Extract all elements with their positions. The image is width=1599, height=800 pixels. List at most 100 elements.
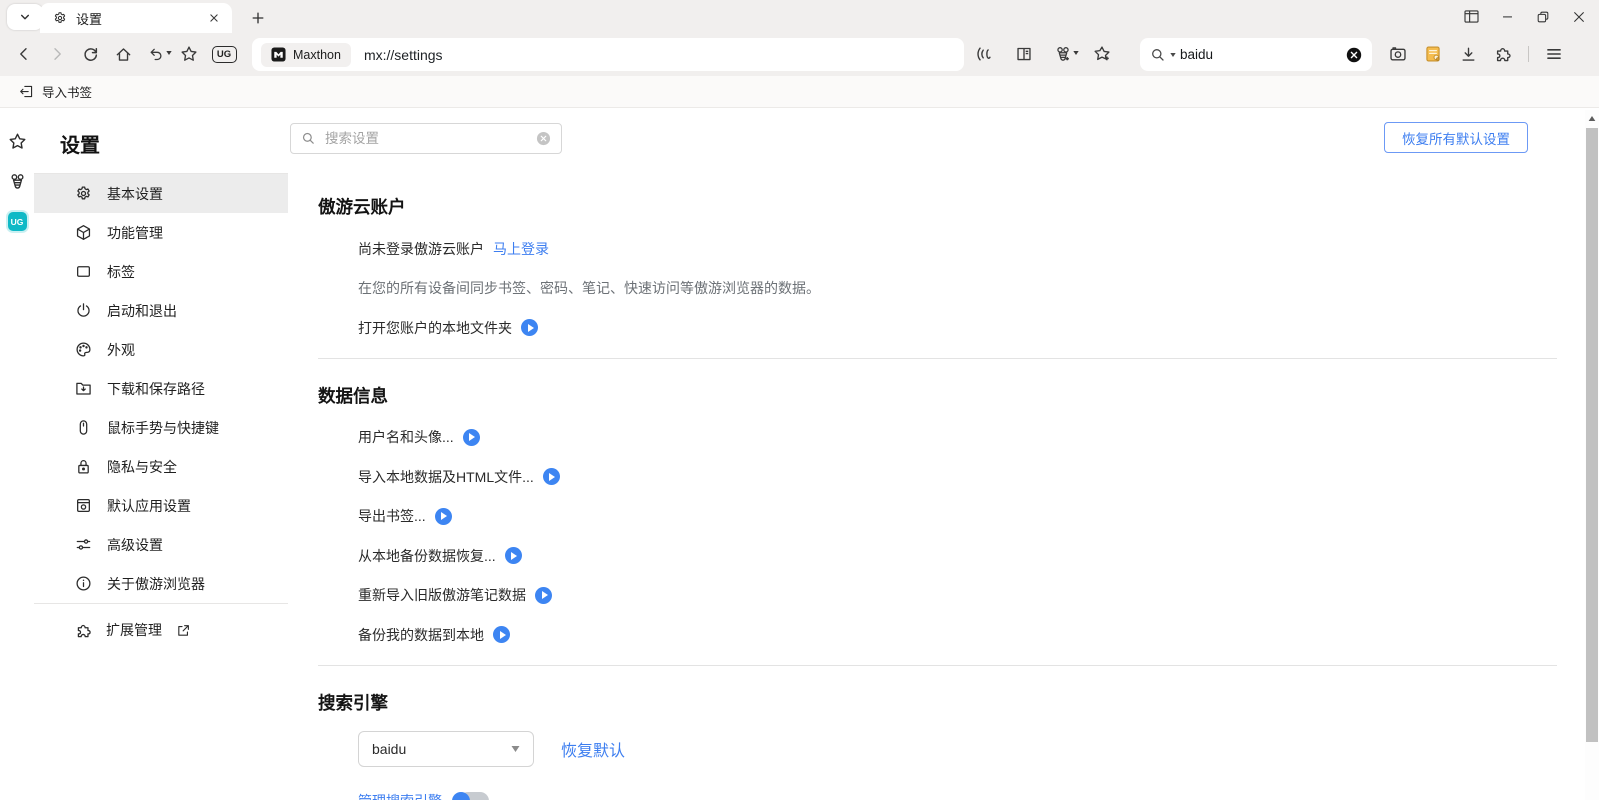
sidebar-item-label: 扩展管理 <box>106 620 162 640</box>
ug-panel-button[interactable]: UG <box>8 212 27 231</box>
address-bar[interactable]: Maxthon mx://settings <box>252 38 964 71</box>
import-local-data-row: 导入本地数据及HTML文件... <box>358 457 1557 497</box>
section-search-engine: 搜索引擎 baidu 恢复默认 管理搜索引擎 <box>318 690 1557 800</box>
play-action-icon[interactable] <box>463 429 480 446</box>
favorites-panel-button[interactable] <box>8 132 27 151</box>
scrollbar-thumb[interactable] <box>1586 128 1598 742</box>
sidebar-item-label: 默认应用设置 <box>107 496 191 516</box>
maxnote-button[interactable] <box>1418 39 1448 69</box>
tab-list-button[interactable] <box>7 4 43 30</box>
tab-close-icon[interactable] <box>206 10 222 26</box>
downloads-button[interactable] <box>1453 39 1483 69</box>
reader-mode-button[interactable] <box>1009 39 1039 69</box>
close-window-button[interactable] <box>1561 0 1597 33</box>
play-action-icon[interactable] <box>521 319 538 336</box>
manage-engines-toggle[interactable] <box>452 792 489 800</box>
caret-down-icon <box>1073 51 1079 55</box>
undo-button[interactable] <box>141 39 171 69</box>
refresh-button[interactable] <box>75 39 105 69</box>
toolbar-search-input[interactable] <box>1180 47 1342 62</box>
play-action-icon[interactable] <box>493 626 510 643</box>
snap-bee-button[interactable] <box>1048 39 1078 69</box>
page-scrollbar[interactable] <box>1585 110 1599 800</box>
sidebar-item-extensions[interactable]: 扩展管理 <box>34 604 288 656</box>
section-title: 搜索引擎 <box>318 690 1557 715</box>
cube-icon <box>75 224 92 241</box>
play-action-icon[interactable] <box>505 547 522 564</box>
setting-label: 用户名和头像... <box>358 427 454 447</box>
restore-icon <box>1536 10 1550 24</box>
url-text: mx://settings <box>364 47 443 63</box>
section-title: 数据信息 <box>318 383 1557 408</box>
search-engine-select[interactable]: baidu <box>358 731 534 767</box>
add-favorite-button[interactable] <box>1087 39 1117 69</box>
sidebar-item-about[interactable]: 关于傲游浏览器 <box>34 564 288 603</box>
caret-down-icon[interactable] <box>1170 53 1176 57</box>
home-button[interactable] <box>108 39 138 69</box>
settings-sidebar: 设置 基本设置 功能管理 标签 启动和退出 外观 <box>34 108 288 800</box>
minimize-icon <box>1501 10 1514 23</box>
bee-add-icon <box>1054 45 1072 63</box>
sidebar-item-label: 下载和保存路径 <box>107 379 205 399</box>
site-chip[interactable]: Maxthon <box>261 43 351 67</box>
sidebar-item-basic-settings[interactable]: 基本设置 <box>34 174 288 213</box>
sidebar-item-label: 鼠标手势与快捷键 <box>107 418 219 438</box>
sidebar-item-mouse-gestures[interactable]: 鼠标手势与快捷键 <box>34 408 288 447</box>
restore-button[interactable] <box>1525 0 1561 33</box>
clear-search-icon[interactable] <box>536 131 551 146</box>
site-chip-label: Maxthon <box>293 48 341 62</box>
sidebar-item-advanced-settings[interactable]: 高级设置 <box>34 525 288 564</box>
section-divider <box>318 358 1557 359</box>
window-controls <box>1453 0 1597 33</box>
screenshot-button[interactable] <box>1383 39 1413 69</box>
play-action-icon[interactable] <box>435 508 452 525</box>
refresh-icon <box>82 46 99 63</box>
sidebar-item-privacy-security[interactable]: 隐私与安全 <box>34 447 288 486</box>
engine-select-row: baidu 恢复默认 <box>358 731 1557 767</box>
mouse-icon <box>75 419 92 436</box>
layout-split-button[interactable] <box>1453 0 1489 33</box>
minimize-button[interactable] <box>1489 0 1525 33</box>
read-aloud-button[interactable] <box>970 39 1000 69</box>
play-action-icon[interactable] <box>535 587 552 604</box>
manage-engines-link[interactable]: 管理搜索引擎 <box>358 791 442 800</box>
back-button[interactable] <box>9 39 39 69</box>
sidebar-item-startup-exit[interactable]: 启动和退出 <box>34 291 288 330</box>
restore-default-link[interactable]: 恢复默认 <box>561 737 625 761</box>
extensions-button[interactable] <box>1488 39 1518 69</box>
maxnote-panel-button[interactable] <box>8 172 27 191</box>
sidebar-item-default-apps[interactable]: 默认应用设置 <box>34 486 288 525</box>
sidebar-item-tabs[interactable]: 标签 <box>34 252 288 291</box>
new-tab-button[interactable] <box>245 6 271 30</box>
toolbar-divider <box>1528 46 1529 62</box>
bookmarks-bar: 导入书签 <box>0 76 1599 108</box>
username-avatar-row: 用户名和头像... <box>358 418 1557 458</box>
undo-icon <box>148 46 164 62</box>
scroll-up-icon[interactable] <box>1585 110 1599 126</box>
favorites-star-button[interactable] <box>174 39 204 69</box>
menu-button[interactable] <box>1539 39 1569 69</box>
caret-down-icon <box>511 746 520 752</box>
sidebar-item-download-paths[interactable]: 下载和保存路径 <box>34 369 288 408</box>
tab-title: 设置 <box>76 9 197 28</box>
forward-button[interactable] <box>42 39 72 69</box>
section-title: 傲游云账户 <box>318 194 1557 219</box>
sidebar-item-feature-management[interactable]: 功能管理 <box>34 213 288 252</box>
palette-icon <box>75 341 92 358</box>
reset-all-defaults-button[interactable]: 恢复所有默认设置 <box>1384 122 1528 153</box>
sidebar-item-appearance[interactable]: 外观 <box>34 330 288 369</box>
lock-icon <box>75 458 92 475</box>
setting-label: 导入本地数据及HTML文件... <box>358 467 534 487</box>
gear-icon <box>75 185 92 202</box>
toolbar-search-box[interactable] <box>1140 38 1372 71</box>
clear-search-icon[interactable] <box>1346 47 1362 63</box>
restore-backup-row: 从本地备份数据恢复... <box>358 536 1557 576</box>
settings-search-input[interactable] <box>325 131 527 146</box>
play-action-icon[interactable] <box>543 468 560 485</box>
import-bookmarks-item[interactable]: 导入书签 <box>13 78 98 105</box>
login-now-link[interactable]: 马上登录 <box>493 239 549 259</box>
tab-settings[interactable]: 设置 <box>40 3 232 33</box>
ug-mode-button[interactable]: UG <box>207 39 237 69</box>
import-bookmarks-label: 导入书签 <box>42 82 92 101</box>
settings-search-box[interactable] <box>290 123 562 154</box>
